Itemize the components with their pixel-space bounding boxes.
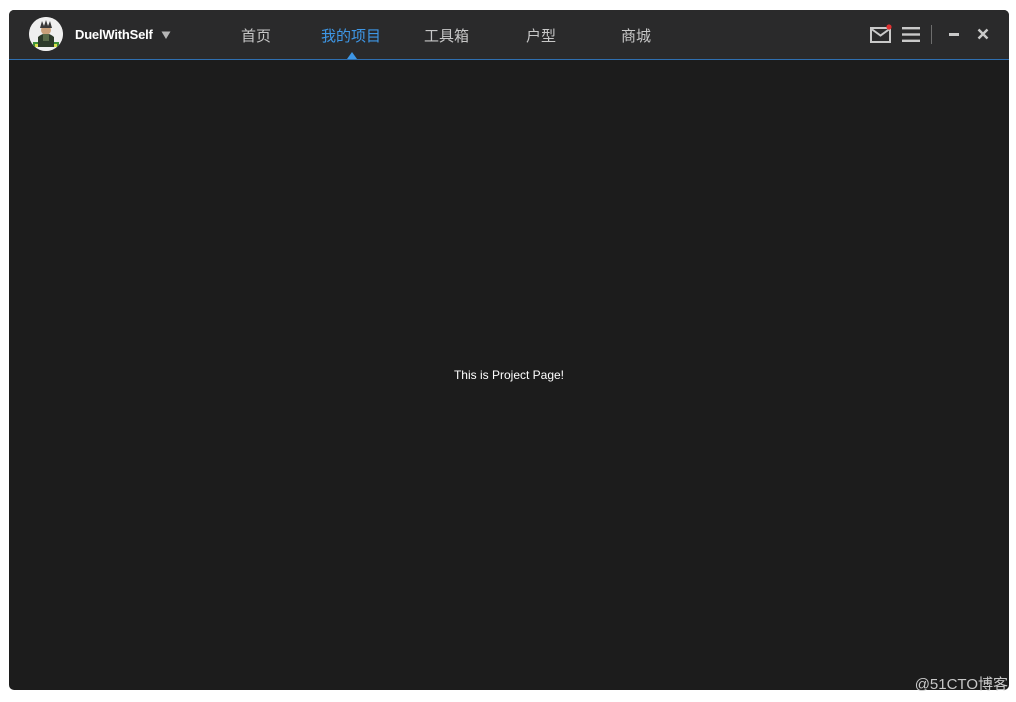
username[interactable]: DuelWithSelf <box>75 27 153 42</box>
tab-store[interactable]: 商城 <box>621 25 651 46</box>
notification-dot <box>886 24 892 30</box>
toolbar-divider <box>931 25 932 44</box>
tab-home[interactable]: 首页 <box>241 25 271 46</box>
tab-floor-plan[interactable]: 户型 <box>526 25 556 46</box>
app-window: DuelWithSelf 首页 我的项目 工具箱 户型 商城 This is P… <box>9 10 1009 690</box>
minimize-icon[interactable] <box>947 27 961 41</box>
page-message: This is Project Page! <box>453 368 565 382</box>
title-bar: DuelWithSelf 首页 我的项目 工具箱 户型 商城 <box>9 10 1009 60</box>
mail-icon[interactable] <box>870 24 892 44</box>
close-icon[interactable] <box>976 27 990 41</box>
menu-icon[interactable] <box>901 26 921 43</box>
watermark: @51CTO博客 <box>914 676 1008 693</box>
dropdown-caret-icon[interactable] <box>160 28 172 40</box>
tab-my-projects[interactable]: 我的项目 <box>321 25 381 46</box>
active-tab-indicator <box>347 52 357 59</box>
avatar[interactable] <box>29 17 63 51</box>
tab-toolbox[interactable]: 工具箱 <box>424 25 469 46</box>
